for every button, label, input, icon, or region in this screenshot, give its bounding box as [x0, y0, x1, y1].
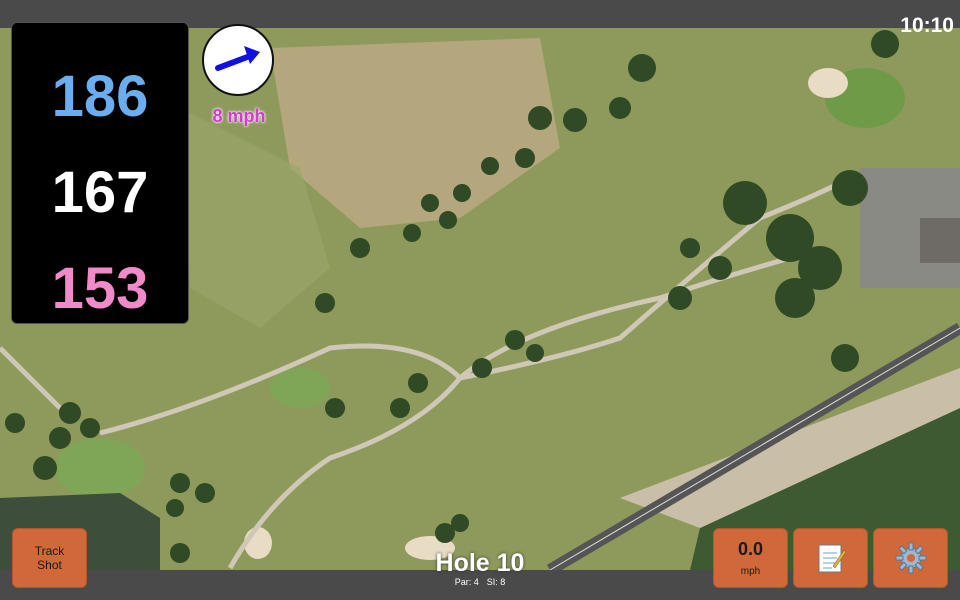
settings-button[interactable] — [873, 528, 948, 588]
yardage-panel: 186 167 153 — [11, 22, 189, 324]
par-label: Par: 4 — [454, 577, 479, 587]
stroke-index-label: SI: 8 — [486, 577, 506, 587]
hole-info: Par: 4 SI: 8 — [380, 577, 580, 587]
notes-button[interactable] — [793, 528, 868, 588]
front-yardage: 153 — [51, 256, 149, 321]
wind-speed-unit: mph — [740, 566, 761, 577]
middle-yardage: 167 — [51, 160, 149, 225]
gear-icon — [895, 542, 926, 574]
hole-title: Hole 10 — [435, 549, 525, 577]
notepad-icon — [818, 544, 846, 573]
arrow-icon — [215, 46, 260, 71]
wind-direction-dial — [202, 24, 274, 96]
wind-speed-label: 8 mph — [212, 106, 266, 126]
clock: 10:10 — [900, 14, 954, 37]
wind-speed-value: 0.0 — [737, 539, 764, 559]
track-shot-label-line2: Shot — [37, 558, 62, 572]
track-shot-button[interactable]: Track Shot — [12, 528, 87, 588]
wind-speed-button[interactable]: 0.0 mph — [713, 528, 788, 588]
track-shot-label-line1: Track — [34, 544, 65, 558]
back-yardage: 186 — [51, 64, 149, 129]
